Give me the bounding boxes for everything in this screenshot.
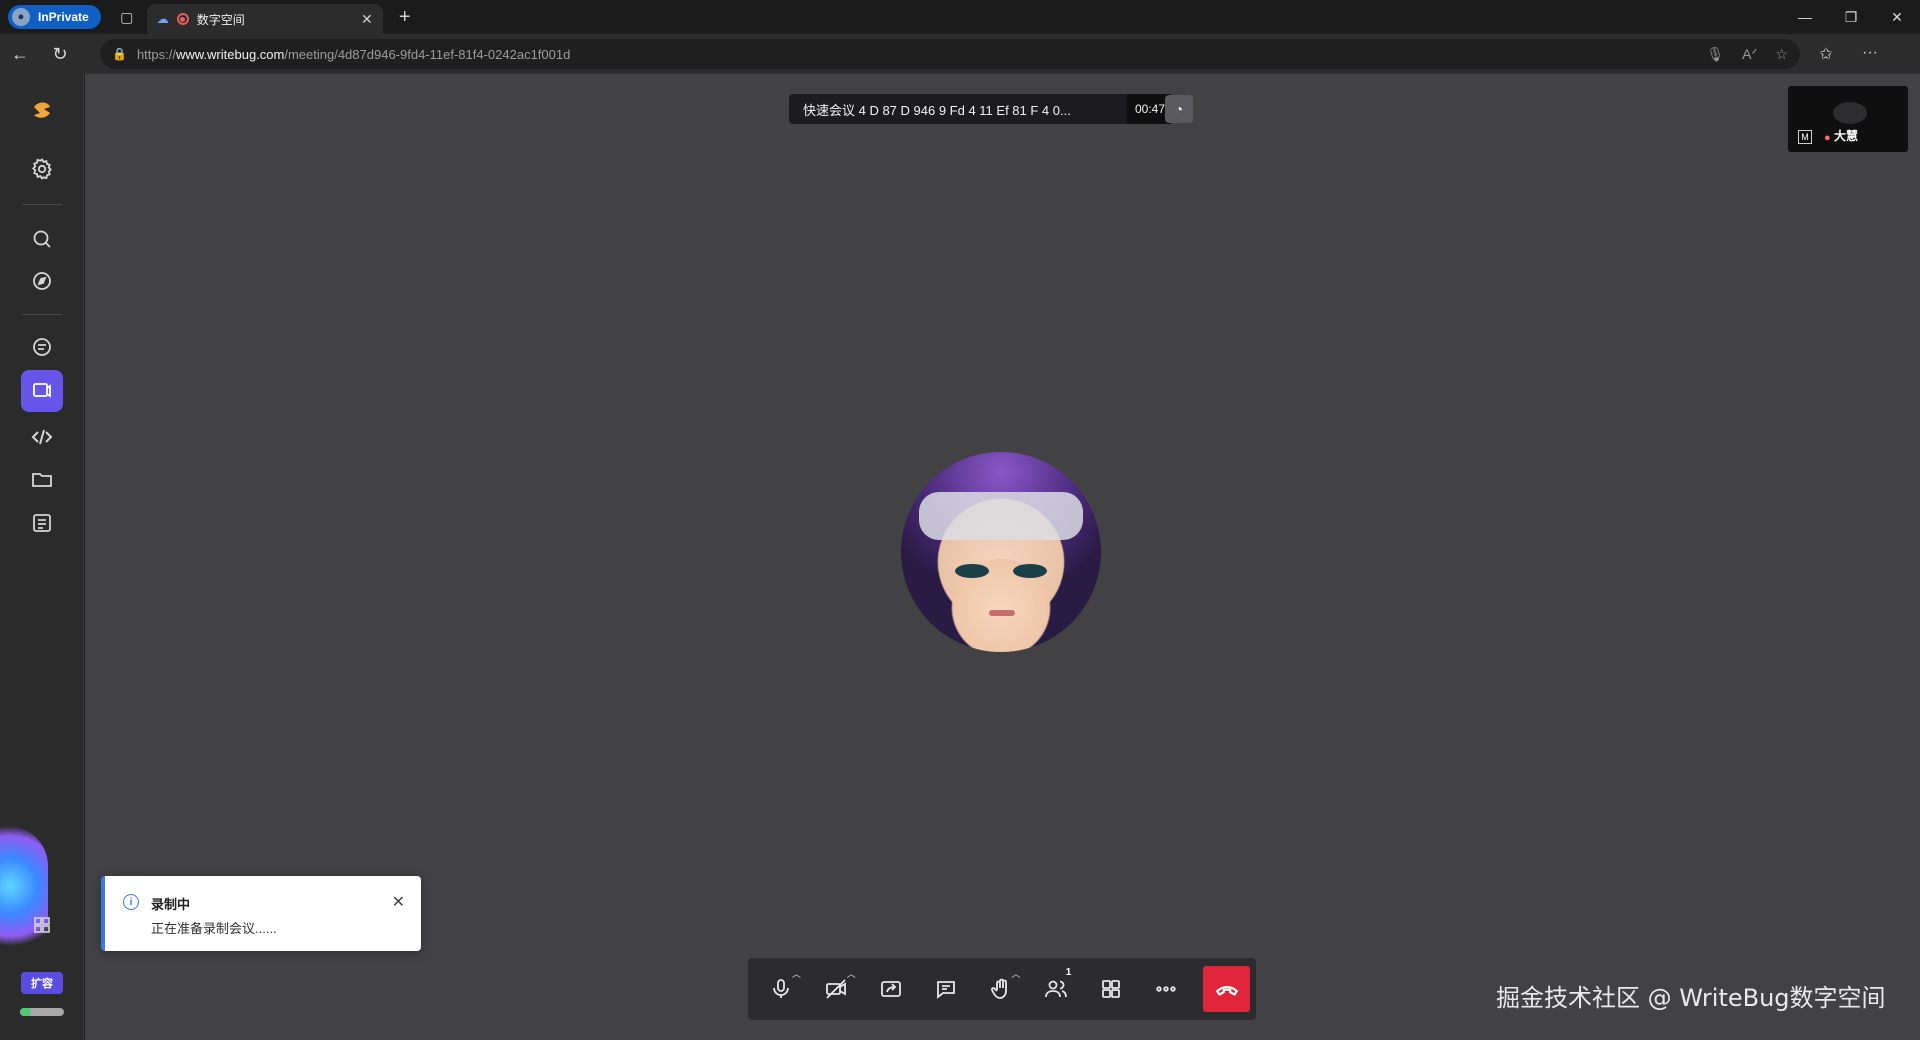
- read-aloud-icon[interactable]: Aᐟ: [1742, 46, 1757, 63]
- recording-toast: i 录制中 正在准备录制会议...... ✕: [101, 876, 421, 951]
- inprivate-badge[interactable]: ● InPrivate: [8, 5, 101, 29]
- address-bar-row: ← ↻ 🔒 https://www.writebug.com/meeting/4…: [0, 34, 1920, 74]
- profile-icon: ●: [12, 8, 30, 26]
- watermark-text: 掘金技术社区 @ WriteBug数字空间: [1496, 984, 1886, 1012]
- meeting-control-bar: ︿ ︿ ︿ 1: [748, 958, 1256, 1020]
- more-dots-icon: [1155, 986, 1176, 992]
- app-logo-icon[interactable]: [21, 90, 63, 132]
- camera-off-icon: [826, 979, 847, 999]
- storage-usage-bar: [20, 1008, 64, 1016]
- folder-icon[interactable]: [21, 458, 63, 500]
- lock-icon[interactable]: 🔒: [112, 47, 127, 61]
- self-view-video: [1833, 102, 1867, 124]
- window-controls: — ❐ ✕: [1782, 0, 1920, 34]
- search-icon[interactable]: [21, 218, 63, 260]
- self-view-name: 大慧: [1834, 129, 1859, 143]
- meeting-screen-icon: [33, 383, 51, 398]
- toast-close-icon[interactable]: ✕: [392, 892, 405, 912]
- sidebar-divider: [22, 314, 62, 315]
- self-view-badge: M: [1798, 130, 1812, 144]
- avatar-mouth: [989, 610, 1015, 616]
- grid-icon: [1101, 980, 1120, 998]
- back-button[interactable]: ←: [0, 38, 40, 70]
- participants-count: 1: [1065, 967, 1072, 978]
- hang-up-button[interactable]: [1203, 966, 1251, 1012]
- network-status-icon[interactable]: ◔: [1165, 95, 1193, 123]
- meeting-title: 快速会议 4 D 87 D 946 9 Fd 4 11 Ef 81 F 4 0.…: [803, 102, 1071, 118]
- chat-button[interactable]: [919, 963, 974, 1015]
- settings-gear-icon[interactable]: [21, 148, 63, 190]
- avatar-eye: [1013, 564, 1047, 578]
- camera-options-caret[interactable]: ︿: [847, 967, 856, 980]
- pin-icon: ●: [1824, 132, 1831, 144]
- more-options-button[interactable]: [1138, 963, 1193, 1015]
- storage-usage-fill: [20, 1008, 30, 1016]
- restore-button[interactable]: ❐: [1828, 0, 1874, 34]
- participant-avatar: [901, 452, 1101, 652]
- microphone-icon[interactable]: 🎙: [1706, 46, 1724, 63]
- chat-icon[interactable]: [21, 326, 63, 368]
- avatar-headband: [919, 492, 1083, 540]
- self-view-tile[interactable]: M ● 大慧: [1788, 86, 1908, 152]
- task-list-icon[interactable]: [21, 502, 63, 544]
- info-icon: i: [123, 894, 139, 910]
- favorite-star-icon[interactable]: ☆: [1775, 46, 1788, 63]
- tab-close-icon[interactable]: ✕: [361, 11, 373, 28]
- new-tab-button[interactable]: +: [391, 6, 419, 29]
- camera-button[interactable]: ︿: [809, 963, 864, 1015]
- expand-storage-button[interactable]: 扩容: [21, 972, 63, 994]
- app-sidebar: 扩容: [0, 74, 84, 1040]
- chat-bubble-icon: [937, 981, 955, 999]
- inprivate-label: InPrivate: [38, 10, 89, 24]
- url-domain: www.writebug.com: [175, 46, 285, 62]
- sidebar-divider: [22, 204, 62, 205]
- close-window-button[interactable]: ✕: [1874, 0, 1920, 34]
- plugin-grid-icon[interactable]: [21, 904, 63, 946]
- code-icon[interactable]: [21, 416, 63, 458]
- address-bar[interactable]: 🔒 https://www.writebug.com/meeting/4d87d…: [100, 39, 1800, 69]
- participants-icon: [1044, 980, 1067, 998]
- browser-tabstrip: ● InPrivate ▢ ☁ 数字空间 ✕ + — ❐ ✕: [0, 0, 1920, 34]
- microphone-button[interactable]: ︿: [754, 963, 809, 1015]
- layout-grid-button[interactable]: [1083, 963, 1138, 1015]
- tab-actions-icon[interactable]: ▢: [113, 3, 141, 31]
- more-menu-icon[interactable]: ···: [1854, 44, 1886, 64]
- mic-options-caret[interactable]: ︿: [792, 967, 801, 980]
- microphone-icon: [773, 979, 790, 998]
- url-path: /meeting/4d87d946-9fd4-11ef-81f4-0242ac1…: [284, 46, 571, 62]
- hang-up-icon: [1215, 986, 1238, 996]
- url-prefix: https://: [136, 46, 176, 62]
- tab-meeting[interactable]: ☁ 数字空间 ✕: [146, 4, 383, 34]
- minimize-button[interactable]: —: [1782, 0, 1828, 34]
- avatar-eye: [955, 564, 989, 578]
- cloud-icon: ☁: [156, 12, 169, 26]
- tab-title: 数字空间: [196, 12, 245, 27]
- url-text[interactable]: https://www.writebug.com/meeting/4d87d94…: [137, 47, 1696, 62]
- toast-message: 正在准备录制会议......: [151, 921, 277, 936]
- meeting-title-bar[interactable]: 快速会议 4 D 87 D 946 9 Fd 4 11 Ef 81 F 4 0.…: [789, 94, 1173, 124]
- recording-icon: [176, 13, 189, 25]
- share-screen-icon: [881, 981, 902, 997]
- share-screen-button[interactable]: [864, 963, 919, 1015]
- favorites-icon[interactable]: ✩: [1810, 44, 1842, 64]
- raise-hand-button[interactable]: ︿: [974, 963, 1029, 1015]
- hand-icon: [991, 978, 1007, 999]
- toast-title: 录制中: [151, 897, 191, 912]
- explore-compass-icon[interactable]: [21, 260, 63, 302]
- hand-options-caret[interactable]: ︿: [1011, 967, 1020, 980]
- sidebar-item-meeting[interactable]: [21, 370, 63, 412]
- refresh-button[interactable]: ↻: [40, 38, 80, 70]
- participants-button[interactable]: 1: [1028, 963, 1083, 1015]
